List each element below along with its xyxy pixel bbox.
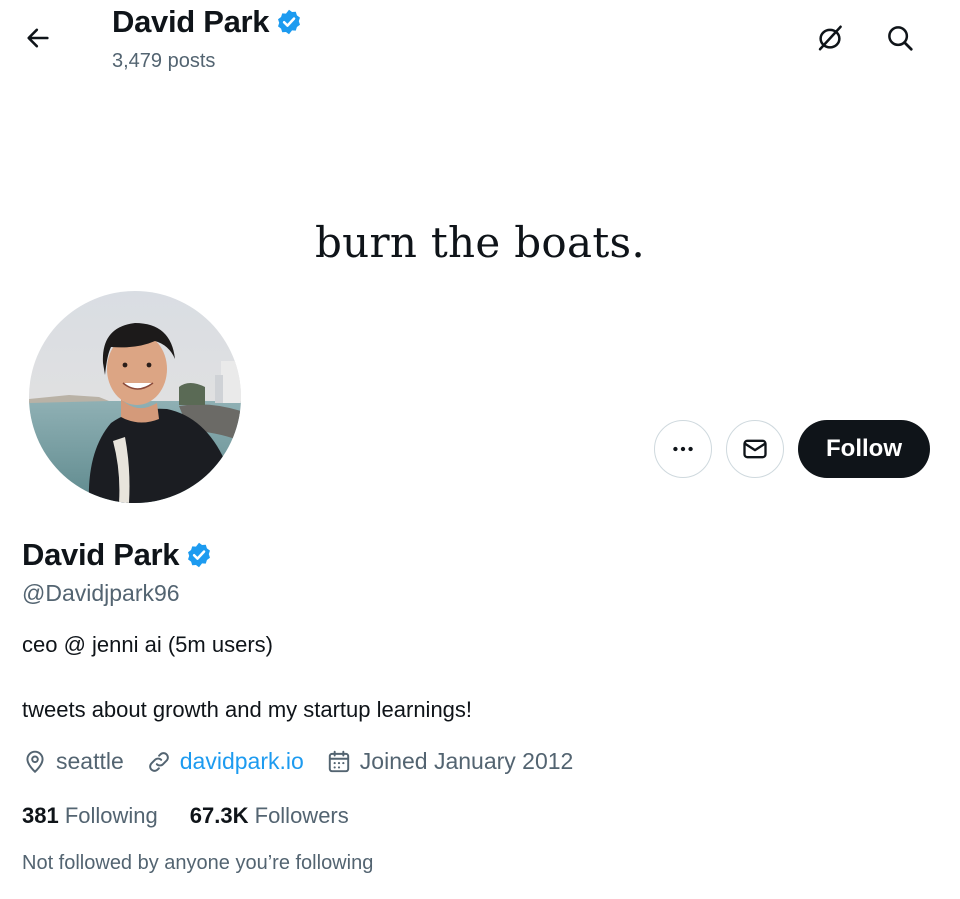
profile-handle: @Davidjpark96 [22,580,180,606]
verified-badge-icon[interactable] [185,541,213,569]
location-item: seattle [22,748,124,775]
search-button[interactable] [880,18,920,58]
back-button[interactable] [20,20,56,56]
mail-icon [743,439,767,459]
website-link[interactable]: davidpark.io [180,748,304,775]
website-item: davidpark.io [146,748,304,775]
avatar[interactable] [27,289,243,505]
header-title: David Park [112,4,303,40]
joined-item: Joined January 2012 [326,748,574,775]
follow-button[interactable]: Follow [798,420,930,478]
post-count: 3,479 posts [112,50,216,72]
grok-icon [818,25,842,51]
profile-banner[interactable]: burn the boats. [0,80,960,320]
followers-count: 67.3K [189,803,249,828]
header-name-text: David Park [112,4,270,39]
banner-text: burn the boats. [314,218,646,267]
verified-badge-icon [278,9,301,35]
followers-link[interactable]: 67.3K Followers [190,803,349,829]
link-icon [148,751,169,772]
arrow-left-icon [27,28,49,48]
profile-name: David Park [22,537,213,573]
search-icon [888,26,913,51]
avatar-image [29,291,241,503]
location-pin-icon [26,750,44,773]
following-count: 381 [22,803,59,828]
joined-text: Joined January 2012 [359,748,574,774]
following-link[interactable]: 381 Following [22,803,158,829]
profile-name-text: David Park [22,537,180,572]
profile-header: David Park 3,479 posts [0,0,960,80]
followers-label: Followers [254,803,349,828]
location-text: seattle [56,748,124,774]
follow-counts: 381 Following 67.3K Followers [22,803,381,829]
message-button[interactable] [726,420,785,478]
profile-meta: seattle davidpark.io Joined January 2012 [22,748,595,775]
grok-button[interactable] [810,18,850,58]
profile-actions: Follow [654,420,930,478]
calendar-icon [328,750,349,772]
bio-line-2: tweets about growth and my startup learn… [22,697,473,722]
bio-line-1: ceo @ jenni ai (5m users) [22,632,273,657]
not-followed-text: Not followed by anyone you’re following [22,852,374,874]
following-label: Following [64,803,158,828]
more-button[interactable] [654,420,713,478]
more-icon [673,446,693,452]
